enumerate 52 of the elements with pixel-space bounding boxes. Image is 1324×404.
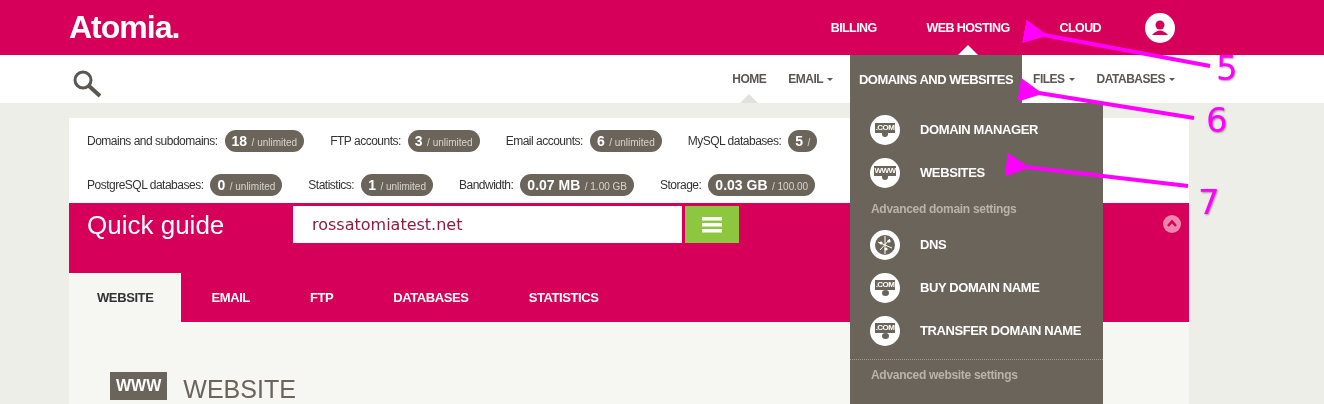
guide-tab[interactable]: STATISTICS xyxy=(498,273,629,322)
guide-tab[interactable]: EMAIL xyxy=(181,273,280,322)
monitor-icon: .COM xyxy=(870,315,900,346)
sub-nav-link[interactable]: FILES xyxy=(1033,55,1075,103)
stat-label: Domains and subdomains: xyxy=(87,134,218,148)
sub-nav-link[interactable]: EMAIL xyxy=(788,55,834,103)
stat-label: Email accounts: xyxy=(505,134,583,148)
logo[interactable]: Atomia. xyxy=(69,9,180,46)
monitor-icon: WWW xyxy=(870,157,900,188)
guide-tab[interactable]: DATABASES xyxy=(363,273,499,322)
usage-badge: 6 / unlimited xyxy=(589,130,662,152)
dropdown-item[interactable]: .COM DOMAIN MANAGER xyxy=(850,108,1103,151)
annotation-number: 6 xyxy=(1206,100,1228,140)
dropdown-item[interactable]: DNS xyxy=(850,223,1103,266)
dropdown-section-heading: Advanced website settings xyxy=(870,367,1019,384)
section-title: WEBSITE xyxy=(183,374,296,404)
search-icon[interactable] xyxy=(72,69,104,99)
annotation-number: 7 xyxy=(1198,182,1220,222)
sub-nav-link[interactable]: DATABASES xyxy=(1096,55,1175,103)
stat-label: Bandwidth: xyxy=(459,178,514,192)
usage-badge: 1 / unlimited xyxy=(361,174,433,196)
usage-badge: 5 / xyxy=(788,130,818,152)
selected-indicator xyxy=(740,94,759,103)
usage-badge: 0 / unlimited xyxy=(210,174,283,196)
stat-label: MySQL databases: xyxy=(687,134,782,148)
www-badge: WWW xyxy=(110,372,168,400)
stat-label: Storage: xyxy=(660,178,702,192)
stat-label: FTP accounts: xyxy=(330,134,401,148)
dropdown-item[interactable]: .COM TRANSFER DOMAIN NAME xyxy=(850,309,1103,352)
annotation-number: 5 xyxy=(1216,48,1238,88)
stat-label: PostgreSQL databases: xyxy=(87,178,204,192)
dropdown-section-heading: Advanced domain settings xyxy=(870,201,1018,218)
top-nav-link[interactable]: BILLING xyxy=(830,0,877,55)
stat-label: Statistics: xyxy=(308,178,355,192)
domain-field[interactable]: rossatomiatest.net xyxy=(293,206,682,243)
usage-badge: 0.07 MB / 1.00 GB xyxy=(520,174,634,196)
dropdown-item[interactable]: .COM BUY DOMAIN NAME xyxy=(850,266,1103,309)
user-icon[interactable] xyxy=(1145,12,1175,43)
network-icon xyxy=(870,229,900,260)
top-nav-link[interactable]: CLOUD xyxy=(1059,0,1101,55)
monitor-icon: .COM xyxy=(870,114,900,145)
usage-badge: 3 / unlimited xyxy=(407,130,480,152)
guide-tab[interactable]: WEBSITE xyxy=(69,273,182,322)
dropdown-header[interactable]: DOMAINS AND WEBSITES xyxy=(850,55,1022,103)
guide-tab[interactable]: FTP xyxy=(279,273,364,322)
menu-icon xyxy=(702,216,722,233)
sub-nav-link[interactable]: HOME xyxy=(732,55,767,103)
usage-badge: 0.03 GB / 100.00 xyxy=(708,174,816,196)
quick-guide-title: Quick guide xyxy=(87,210,226,241)
monitor-icon: .COM xyxy=(870,272,900,303)
usage-badge: 18 / unlimited xyxy=(224,130,305,152)
dropdown-item[interactable]: WWW WEBSITES xyxy=(850,151,1103,194)
